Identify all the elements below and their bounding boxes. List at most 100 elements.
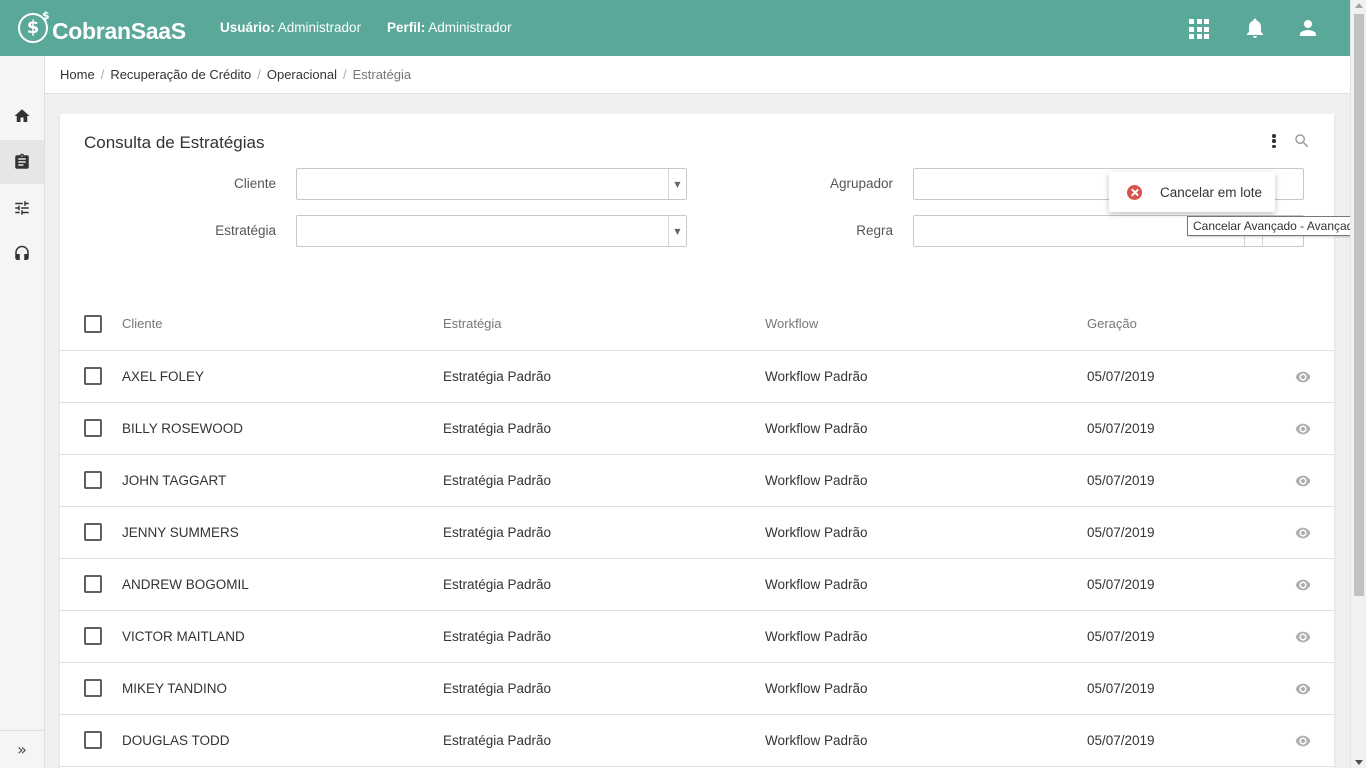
cell-estrategia: Estratégia Padrão: [443, 525, 552, 540]
header-geracao[interactable]: Geração: [1087, 316, 1137, 331]
profile-value: Administrador: [428, 20, 512, 35]
table-row[interactable]: BILLY ROSEWOOD Estratégia Padrão Workflo…: [60, 403, 1334, 455]
eye-icon[interactable]: [1295, 682, 1311, 696]
cell-workflow: Workflow Padrão: [765, 629, 868, 644]
app-logo[interactable]: CobranSaaS: [18, 9, 186, 44]
eye-icon[interactable]: [1295, 422, 1311, 436]
table-row[interactable]: ANDREW BOGOMIL Estratégia Padrão Workflo…: [60, 559, 1334, 611]
estrategia-select[interactable]: ▼: [296, 215, 687, 247]
scroll-up-icon[interactable]: [1355, 3, 1363, 8]
table-row[interactable]: JOHN TAGGART Estratégia Padrão Workflow …: [60, 455, 1334, 507]
cell-estrategia: Estratégia Padrão: [443, 733, 552, 748]
row-checkbox[interactable]: [84, 367, 102, 385]
top-header: CobranSaaS Usuário: Administrador Perfil…: [0, 0, 1350, 56]
sliders-icon[interactable]: [0, 186, 44, 230]
cell-cliente: DOUGLAS TODD: [122, 733, 230, 748]
cell-geracao: 05/07/2019: [1087, 473, 1155, 488]
cell-workflow: Workflow Padrão: [765, 369, 868, 384]
profile-info: Perfil: Administrador: [387, 20, 512, 35]
tooltip: Cancelar Avançado - Avançado: [1187, 216, 1366, 236]
breadcrumb: Home / Recuperação de Crédito / Operacio…: [60, 67, 412, 82]
scrollbar[interactable]: [1350, 0, 1366, 768]
regra-label: Regra: [856, 223, 893, 238]
eye-icon[interactable]: [1295, 734, 1311, 748]
row-checkbox[interactable]: [84, 575, 102, 593]
cell-cliente: VICTOR MAITLAND: [122, 629, 245, 644]
eye-icon[interactable]: [1295, 526, 1311, 540]
cell-geracao: 05/07/2019: [1087, 421, 1155, 436]
app-name: CobranSaaS: [52, 17, 186, 44]
table-row[interactable]: DOUGLAS TODD Estratégia Padrão Workflow …: [60, 715, 1334, 767]
scroll-thumb[interactable]: [1354, 14, 1364, 596]
header-cliente[interactable]: Cliente: [122, 316, 162, 331]
row-checkbox[interactable]: [84, 419, 102, 437]
breadcrumb-operacional[interactable]: Operacional: [267, 67, 337, 82]
cell-estrategia: Estratégia Padrão: [443, 629, 552, 644]
cliente-select[interactable]: ▼: [296, 168, 687, 200]
actions-menu: Cancelar em lote: [1109, 172, 1275, 212]
scroll-down-icon[interactable]: [1355, 760, 1363, 765]
cell-workflow: Workflow Padrão: [765, 681, 868, 696]
table-row[interactable]: VICTOR MAITLAND Estratégia Padrão Workfl…: [60, 611, 1334, 663]
cell-estrategia: Estratégia Padrão: [443, 369, 552, 384]
user-info: Usuário: Administrador: [220, 20, 361, 35]
expand-icon[interactable]: »: [0, 730, 44, 768]
table-row[interactable]: AXEL FOLEY Estratégia Padrão Workflow Pa…: [60, 351, 1334, 403]
cell-cliente: BILLY ROSEWOOD: [122, 421, 244, 436]
cancel-batch-item[interactable]: Cancelar em lote: [1109, 172, 1275, 212]
kebab-icon[interactable]: [1268, 132, 1280, 150]
bell-icon[interactable]: [1243, 16, 1267, 40]
breadcrumb-recuperacao[interactable]: Recuperação de Crédito: [110, 67, 251, 82]
table-header: Cliente Estratégia Workflow Geração: [60, 298, 1334, 351]
clipboard-icon[interactable]: [0, 140, 44, 184]
logo-icon: [18, 9, 50, 43]
cell-geracao: 05/07/2019: [1087, 525, 1155, 540]
user-label: Usuário:: [220, 20, 275, 35]
cell-workflow: Workflow Padrão: [765, 525, 868, 540]
row-checkbox[interactable]: [84, 523, 102, 541]
row-checkbox[interactable]: [84, 471, 102, 489]
cell-estrategia: Estratégia Padrão: [443, 421, 552, 436]
table-row[interactable]: JENNY SUMMERS Estratégia Padrão Workflow…: [60, 507, 1334, 559]
user-icon[interactable]: [1296, 16, 1320, 40]
cell-workflow: Workflow Padrão: [765, 421, 868, 436]
cancel-icon: [1127, 184, 1142, 200]
breadcrumb-bar: Home / Recuperação de Crédito / Operacio…: [45, 56, 1350, 94]
cell-cliente: AXEL FOLEY: [122, 369, 205, 384]
cell-workflow: Workflow Padrão: [765, 577, 868, 592]
table-row[interactable]: MIKEY TANDINO Estratégia Padrão Workflow…: [60, 663, 1334, 715]
row-checkbox[interactable]: [84, 731, 102, 749]
chevron-down-icon[interactable]: ▼: [668, 216, 686, 246]
search-icon[interactable]: [1293, 132, 1311, 150]
chevron-down-icon[interactable]: ▼: [668, 169, 686, 199]
row-checkbox[interactable]: [84, 627, 102, 645]
cell-estrategia: Estratégia Padrão: [443, 577, 552, 592]
agrupador-label: Agrupador: [829, 176, 893, 191]
cell-geracao: 05/07/2019: [1087, 369, 1155, 384]
cancel-batch-label: Cancelar em lote: [1160, 184, 1263, 200]
apps-icon[interactable]: [1189, 19, 1209, 39]
cell-workflow: Workflow Padrão: [765, 473, 868, 488]
header-workflow[interactable]: Workflow: [765, 316, 818, 331]
home-icon[interactable]: [0, 94, 44, 138]
row-checkbox[interactable]: [84, 679, 102, 697]
cell-geracao: 05/07/2019: [1087, 733, 1155, 748]
select-all-checkbox[interactable]: [84, 315, 102, 333]
cell-workflow: Workflow Padrão: [765, 733, 868, 748]
eye-icon[interactable]: [1295, 370, 1311, 384]
profile-label: Perfil:: [387, 20, 426, 35]
cell-cliente: JENNY SUMMERS: [122, 525, 239, 540]
eye-icon[interactable]: [1295, 630, 1311, 644]
cell-estrategia: Estratégia Padrão: [443, 681, 552, 696]
header-estrategia[interactable]: Estratégia: [443, 316, 502, 331]
eye-icon[interactable]: [1295, 474, 1311, 488]
headset-icon[interactable]: [0, 232, 44, 276]
cell-estrategia: Estratégia Padrão: [443, 473, 552, 488]
cell-geracao: 05/07/2019: [1087, 629, 1155, 644]
eye-icon[interactable]: [1295, 578, 1311, 592]
breadcrumb-home[interactable]: Home: [60, 67, 95, 82]
user-value: Administrador: [277, 20, 362, 35]
estrategia-label: Estratégia: [215, 223, 276, 238]
breadcrumb-estrategia: Estratégia: [352, 67, 412, 82]
cell-geracao: 05/07/2019: [1087, 681, 1155, 696]
